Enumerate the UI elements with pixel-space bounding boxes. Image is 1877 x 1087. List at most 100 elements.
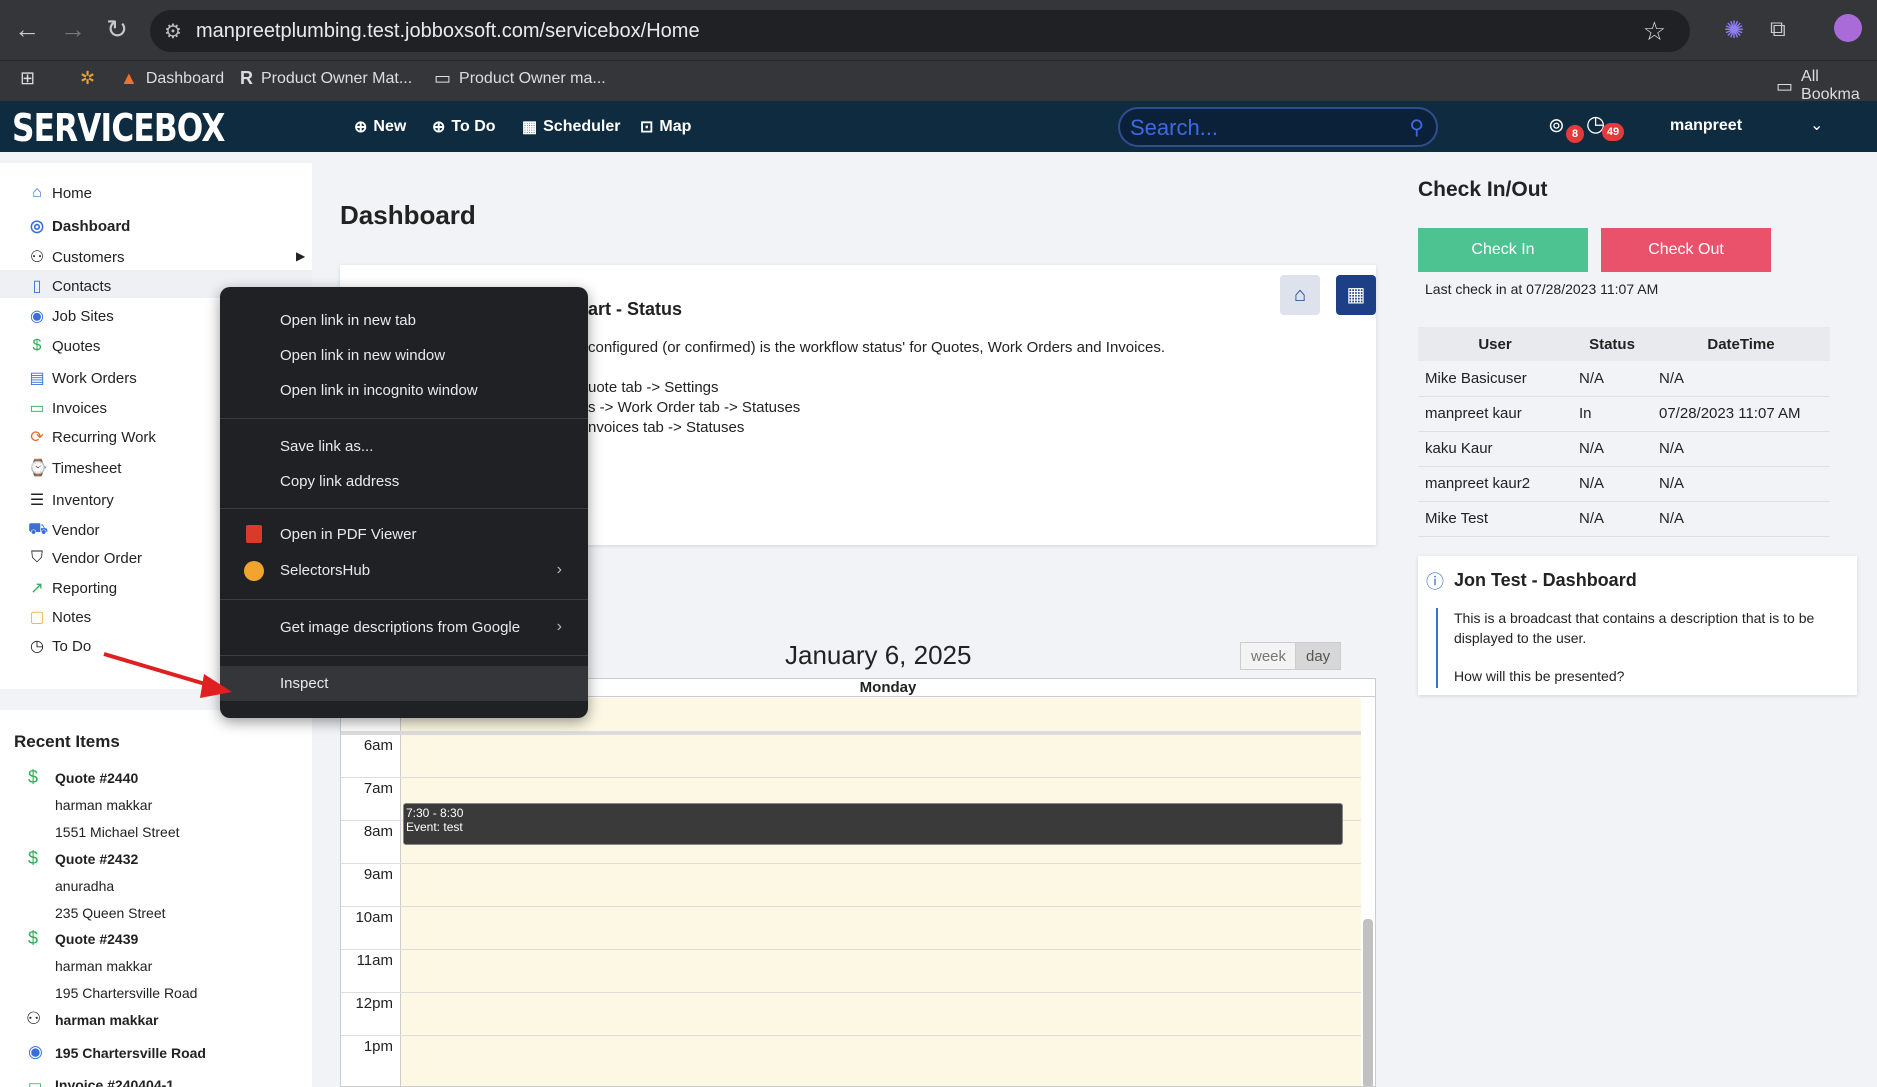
chevron-right-icon: › [556, 618, 562, 635]
back-icon[interactable]: ← [12, 14, 42, 45]
recent-item-line: 235 Queen Street [55, 905, 166, 921]
menu-open-new-window[interactable]: Open link in new window [220, 338, 588, 373]
menu-selectorshub[interactable]: SelectorsHub [220, 553, 588, 588]
sidebar-item-reporting[interactable]: ↗ Reporting [28, 578, 117, 598]
menu-inspect[interactable]: Inspect [220, 666, 588, 701]
menu-open-new-tab[interactable]: Open link in new tab [220, 303, 588, 338]
bookmark-star-item[interactable]: ✲ [80, 68, 95, 89]
sidebar-item-notes[interactable]: ▢ Notes [28, 607, 91, 627]
calendar-event[interactable]: 7:30 - 8:30 Event: test [403, 803, 1343, 845]
sidebar-item-vendor-order[interactable]: ⛉ Vendor Order [28, 549, 142, 567]
recent-item-title[interactable]: 195 Chartersville Road [55, 1045, 206, 1061]
list-icon: ☰ [29, 492, 45, 509]
recent-item-title[interactable]: Quote #2440 [55, 770, 138, 786]
hour-label: 8am [363, 823, 393, 840]
url-text: manpreetplumbing.test.jobboxsoft.com/ser… [196, 20, 700, 42]
calendar-grid: Monday all-day 6am 7am 8am 9am 10am 11am… [340, 678, 1376, 1087]
map-icon: ⊡ [640, 119, 654, 136]
page-title: Dashboard [340, 200, 476, 230]
menu-save-link[interactable]: Save link as... [220, 429, 588, 464]
sidebar-item-todo[interactable]: ◷ To Do [28, 636, 91, 656]
menu-image-descriptions[interactable]: Get image descriptions from Google [220, 610, 588, 645]
sidebar-item-invoices[interactable]: ▭ Invoices [28, 398, 107, 418]
recent-items-title: Recent Items [14, 732, 120, 751]
sidebar-item-vendor[interactable]: ⛟ Vendor [28, 520, 100, 540]
invoice-icon: ▭ [29, 400, 45, 417]
context-menu: Open link in new tab Open link in new wi… [220, 287, 588, 718]
event-title: Event: test [406, 820, 463, 834]
sidebar-item-customers[interactable]: ⚇ Customers [28, 247, 125, 267]
menu-open-pdf-viewer[interactable]: Open in PDF Viewer [220, 517, 588, 552]
location-icon: ◉ [28, 1042, 43, 1061]
recent-item-title[interactable]: Quote #2439 [55, 931, 138, 947]
menu-separator [220, 418, 588, 419]
calendar-scrollbar[interactable] [1363, 919, 1373, 1086]
sidebar-item-inventory[interactable]: ☰ Inventory [28, 490, 114, 510]
nav-todo[interactable]: ⊕ To Do [432, 117, 496, 137]
recent-item-line: anuradha [55, 878, 115, 894]
user-menu[interactable]: manpreet [1670, 117, 1742, 135]
recent-item-title[interactable]: Invoice #240404-1 [55, 1077, 174, 1087]
bookmark-star-icon[interactable]: ☆ [1643, 16, 1666, 47]
nav-map[interactable]: ⊡ Map [640, 117, 691, 137]
nav-new[interactable]: ⊕ New [354, 117, 406, 137]
recent-item-title[interactable]: Quote #2432 [55, 851, 138, 867]
document-icon: ▤ [29, 370, 45, 387]
broadcast-title: Jon Test - Dashboard [1454, 570, 1637, 590]
nav-scheduler[interactable]: ▦ Scheduler [522, 117, 620, 137]
extension-icon[interactable]: ✺ [1724, 16, 1744, 45]
note-icon: ▢ [29, 609, 45, 626]
servicebox-logo[interactable]: SERVICEBOX [12, 106, 225, 150]
contact-book-icon: ▯ [32, 278, 42, 295]
reload-icon[interactable]: ↻ [102, 14, 132, 45]
search-input[interactable] [1130, 115, 1390, 141]
hour-label: 1pm [363, 1038, 393, 1055]
status-card-heading: art - Status [588, 299, 683, 319]
sidebar-item-work-orders[interactable]: ▤ Work Orders [28, 368, 136, 388]
sidebar-item-quotes[interactable]: $ Quotes [28, 337, 101, 355]
menu-copy-link[interactable]: Copy link address [220, 464, 588, 499]
menu-open-incognito[interactable]: Open link in incognito window [220, 373, 588, 408]
menu-separator [220, 655, 588, 656]
recent-item-line: 195 Chartersville Road [55, 985, 198, 1001]
calendar-icon-button[interactable]: ▦ [1336, 275, 1376, 315]
chevron-down-icon[interactable]: ⌄ [1810, 115, 1823, 135]
location-badge: 8 [1566, 125, 1584, 143]
menu-separator [220, 599, 588, 600]
dollar-icon: $ [28, 848, 39, 868]
week-view-button[interactable]: week [1240, 642, 1298, 670]
recent-item-line: harman makkar [55, 958, 153, 974]
sidebar-item-job-sites[interactable]: ◉ Job Sites [28, 306, 114, 326]
day-view-button[interactable]: day [1295, 642, 1342, 670]
broadcast-quote-bar [1436, 608, 1438, 688]
sidebar-item-dashboard[interactable]: ◎ Dashboard [28, 216, 130, 236]
location-pin-icon[interactable]: ⊚ [1548, 113, 1565, 138]
search-icon[interactable]: ⚲ [1409, 115, 1424, 140]
sidebar-item-timesheet[interactable]: ⌚ Timesheet [28, 458, 121, 478]
table-row: Mike Basicuser N/A N/A [1418, 361, 1830, 397]
all-bookmarks[interactable]: ▭ All Bookma [1776, 68, 1877, 104]
bookmark-product-owner-1[interactable]: R Product Owner Mat... [240, 68, 412, 89]
table-row: kaku Kaur N/A N/A [1418, 431, 1830, 467]
sidebar-item-contacts[interactable]: ▯ Contacts [28, 276, 112, 296]
column-header: DateTime [1652, 327, 1830, 361]
sidebar-item-recurring-work[interactable]: ⟳ Recurring Work [28, 427, 156, 447]
hour-label: 6am [363, 737, 393, 754]
forward-icon[interactable]: → [58, 14, 88, 45]
address-bar[interactable]: ⚙ manpreetplumbing.test.jobboxsoft.com/s… [150, 10, 1690, 52]
check-out-button[interactable]: Check Out [1601, 228, 1771, 272]
extensions-puzzle-icon[interactable]: ⧉ [1770, 16, 1786, 42]
profile-avatar[interactable] [1834, 14, 1862, 42]
home-icon-button[interactable]: ⌂ [1280, 275, 1320, 315]
status-card-text: configured (or confirmed) is the workflo… [588, 339, 1165, 356]
sidebar-item-home[interactable]: ⌂ Home [28, 184, 92, 202]
home-icon: ⌂ [32, 184, 42, 201]
recent-item-title[interactable]: harman makkar [55, 1012, 159, 1028]
bookmark-dashboard[interactable]: ▲ Dashboard [120, 68, 224, 89]
site-info-icon[interactable]: ⚙ [164, 19, 182, 44]
table-row: Mike Test N/A N/A [1418, 501, 1830, 537]
check-in-button[interactable]: Check In [1418, 228, 1588, 272]
caret-right-icon[interactable]: ▶ [296, 249, 305, 263]
apps-grid-icon[interactable]: ⊞ [20, 68, 35, 89]
bookmark-product-owner-2[interactable]: ▭ Product Owner ma... [434, 68, 606, 89]
